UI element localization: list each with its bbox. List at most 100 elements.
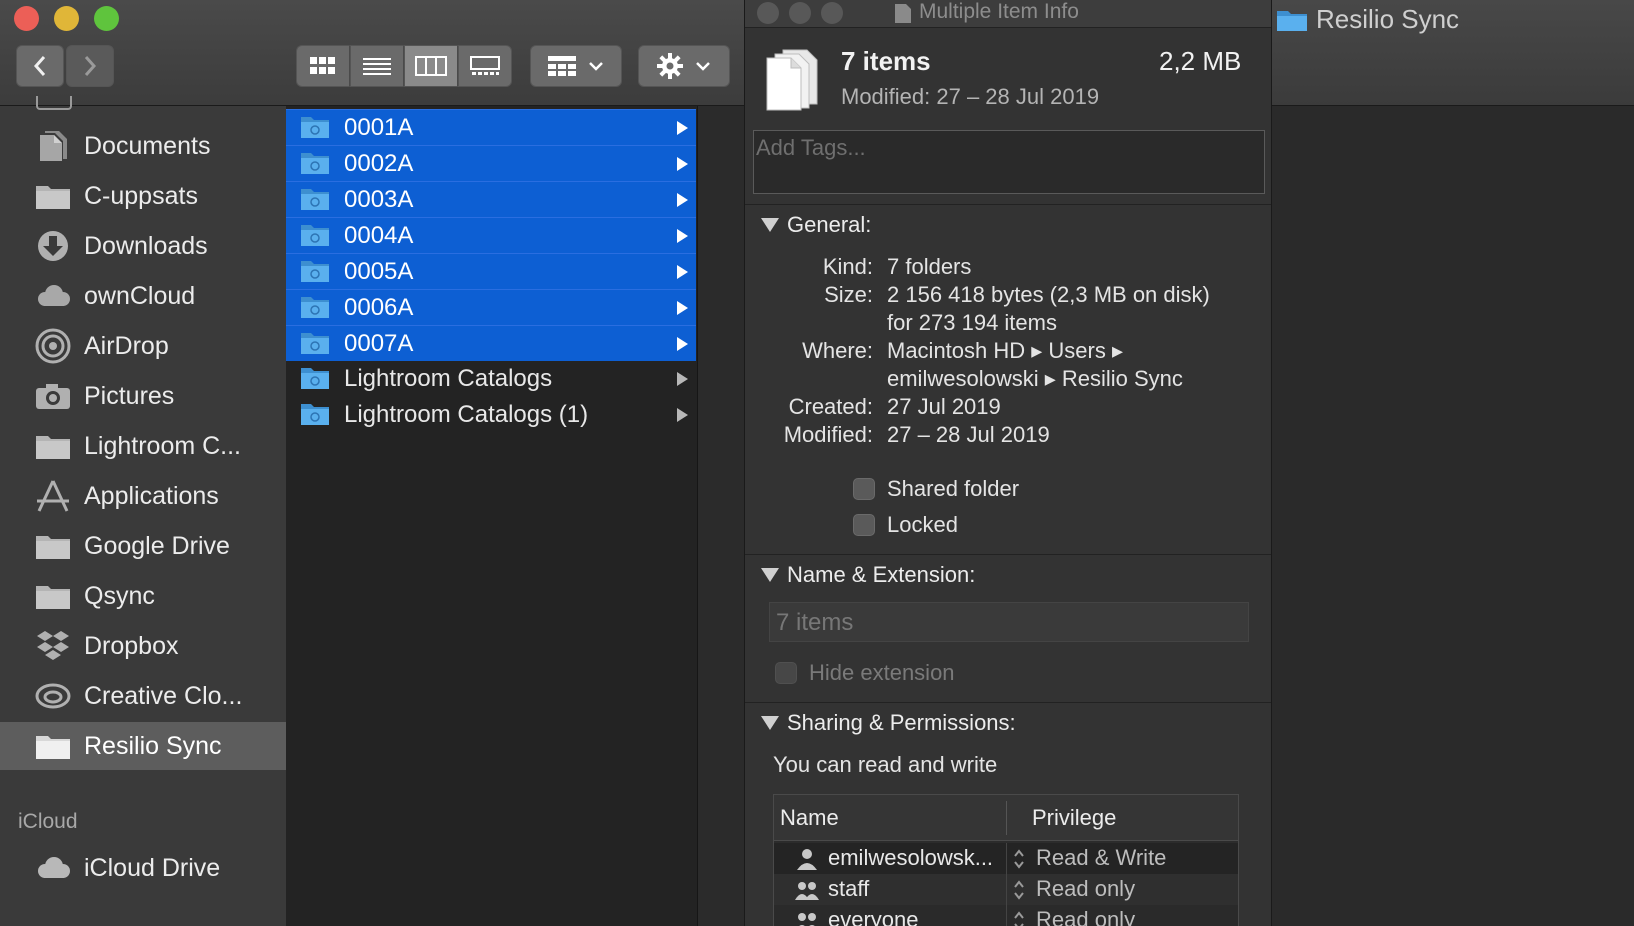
action-menu-button[interactable] — [638, 45, 730, 87]
folder-sync-icon — [301, 297, 329, 318]
stepper-icon[interactable] — [1012, 909, 1026, 926]
disclosure-triangle-icon[interactable] — [761, 218, 779, 232]
minimize-button[interactable] — [54, 6, 79, 31]
disclosure-triangle-icon[interactable] — [761, 568, 779, 582]
hide-extension-label: Hide extension — [809, 660, 955, 685]
stepper-icon[interactable] — [1012, 847, 1026, 871]
list-view-button[interactable] — [350, 45, 404, 87]
document-icon — [34, 129, 72, 163]
minimize-button[interactable] — [789, 2, 811, 24]
column-view-button[interactable] — [404, 45, 458, 87]
group-by-button[interactable] — [530, 45, 622, 87]
file-name: 0005A — [344, 257, 414, 285]
chevron-down-icon — [589, 62, 603, 71]
gallery-view-button[interactable] — [458, 45, 512, 87]
list-view-icon — [363, 58, 391, 75]
applications-icon — [34, 479, 72, 513]
modified-value: 27 – 28 Jul 2019 — [887, 422, 1050, 447]
folder-icon — [1277, 11, 1307, 31]
size-value: 2 156 418 bytes (2,3 MB on disk) — [887, 282, 1210, 307]
disclosure-arrow-icon — [677, 192, 688, 207]
disclosure-arrow-icon — [677, 300, 688, 315]
file-name: Lightroom Catalogs (1) — [344, 401, 589, 428]
folder-icon — [34, 529, 72, 563]
zoom-button[interactable] — [821, 2, 843, 24]
airdrop-icon — [34, 328, 72, 364]
sidebar-item-label: AirDrop — [84, 331, 169, 360]
background-window: Resilio Sync — [1272, 0, 1634, 926]
general-section-title[interactable]: General: — [787, 212, 871, 238]
sidebar-item-label: Dropbox — [84, 631, 179, 660]
sidebar-item-pictures[interactable]: Pictures — [0, 372, 286, 420]
permission-privilege[interactable]: Read & Write — [1036, 845, 1166, 871]
file-list-item[interactable]: Lightroom Catalogs — [286, 361, 696, 397]
file-list-item[interactable]: 0004A — [286, 217, 696, 253]
sidebar-item-applications[interactable]: Applications — [0, 472, 286, 520]
file-name: 0002A — [344, 149, 414, 177]
sidebar-item-owncloud[interactable]: ownCloud — [0, 272, 286, 320]
group-icon — [798, 913, 816, 926]
tags-placeholder: Add Tags... — [756, 135, 866, 160]
icon-view-button[interactable] — [296, 45, 350, 87]
sidebar-item-airdrop[interactable]: AirDrop — [0, 322, 286, 370]
permission-row[interactable]: staff Read only — [774, 874, 1238, 906]
close-button[interactable] — [757, 2, 779, 24]
locked-checkbox[interactable] — [853, 514, 875, 536]
sidebar-item-dropbox[interactable]: Dropbox — [0, 622, 286, 670]
sidebar-item-lightroom[interactable]: Lightroom C... — [0, 422, 286, 470]
cloud-icon — [34, 851, 72, 885]
folder-sync-icon — [301, 189, 329, 210]
zoom-button[interactable] — [94, 6, 119, 31]
multiple-documents-icon — [765, 48, 827, 112]
column-header-name[interactable]: Name — [780, 805, 839, 831]
column-header-privilege[interactable]: Privilege — [1032, 805, 1116, 831]
locked-label: Locked — [887, 512, 958, 537]
sidebar-item-creative-cloud[interactable]: Creative Clo... — [0, 672, 286, 720]
file-list-item[interactable]: 0007A — [286, 325, 696, 361]
background-window-toolbar: Resilio Sync — [1272, 0, 1634, 106]
section-divider — [745, 554, 1271, 555]
gallery-view-icon — [470, 56, 500, 75]
sidebar-item-label: ownCloud — [84, 281, 196, 310]
tags-field[interactable]: Add Tags... — [753, 130, 1265, 194]
disclosure-triangle-icon[interactable] — [761, 716, 779, 730]
folder-sync-icon — [301, 117, 329, 138]
hide-extension-checkbox[interactable] — [775, 662, 797, 684]
shared-folder-checkbox[interactable] — [853, 478, 875, 500]
permissions-table: Name Privilege emilwesolowsk... Read & Wr… — [773, 794, 1239, 926]
sidebar-item-label: Resilio Sync — [84, 731, 222, 760]
file-list-item[interactable]: 0001A — [286, 109, 696, 145]
sidebar-item-downloads[interactable]: Downloads — [0, 222, 286, 270]
file-list-item[interactable]: 0006A — [286, 289, 696, 325]
sidebar-item-documents[interactable]: Documents — [0, 122, 286, 170]
permission-privilege[interactable]: Read only — [1036, 876, 1135, 902]
folder-icon — [34, 179, 72, 213]
file-list-item[interactable]: 0002A — [286, 145, 696, 181]
scrolled-item-fragment — [36, 96, 72, 110]
info-titlebar: Multiple Item Info — [745, 0, 1271, 28]
sidebar-item-c-uppsats[interactable]: C-uppsats — [0, 172, 286, 220]
permission-privilege[interactable]: Read only — [1036, 907, 1135, 926]
permission-row[interactable]: emilwesolowsk... Read & Write — [774, 843, 1238, 875]
forward-button[interactable] — [66, 45, 114, 87]
name-extension-section-title[interactable]: Name & Extension: — [787, 562, 975, 588]
permission-row[interactable]: everyone Read only — [774, 905, 1238, 926]
file-list-item[interactable]: 0003A — [286, 181, 696, 217]
sidebar-item-resilio-sync[interactable]: Resilio Sync — [0, 722, 286, 770]
sidebar-item-icloud-drive[interactable]: iCloud Drive — [0, 844, 286, 892]
sharing-section-title[interactable]: Sharing & Permissions: — [787, 710, 1016, 736]
file-list-item[interactable]: 0005A — [286, 253, 696, 289]
column-divider — [1006, 905, 1007, 926]
close-button[interactable] — [14, 6, 39, 31]
back-button[interactable] — [16, 45, 64, 87]
sidebar-item-google-drive[interactable]: Google Drive — [0, 522, 286, 570]
modified-label: Modified: — [783, 422, 873, 447]
kind-value: 7 folders — [887, 254, 972, 279]
name-field[interactable]: 7 items — [769, 602, 1249, 642]
sidebar-item-qsync[interactable]: Qsync — [0, 572, 286, 620]
file-list-item[interactable]: Lightroom Catalogs (1) — [286, 397, 696, 433]
cloud-icon — [34, 279, 72, 313]
finder-toolbar — [0, 0, 744, 106]
file-name: 0003A — [344, 185, 414, 213]
stepper-icon[interactable] — [1012, 878, 1026, 902]
